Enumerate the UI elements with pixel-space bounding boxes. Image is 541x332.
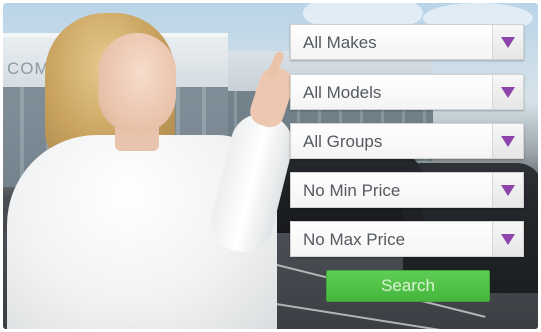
makes-select-value: All Makes: [303, 33, 377, 52]
woman-face: [98, 33, 176, 133]
groups-select[interactable]: All Groups: [290, 123, 524, 159]
search-button[interactable]: Search: [326, 270, 490, 302]
min-price-select-toggle[interactable]: [492, 173, 523, 207]
max-price-select-toggle[interactable]: [492, 222, 523, 256]
max-price-select[interactable]: No Max Price: [290, 221, 524, 257]
chevron-down-icon: [501, 136, 515, 147]
min-price-select[interactable]: No Min Price: [290, 172, 524, 208]
chevron-down-icon: [501, 234, 515, 245]
chevron-down-icon: [501, 37, 515, 48]
chevron-down-icon: [501, 87, 515, 98]
min-price-select-value: No Min Price: [303, 181, 401, 200]
models-select-value: All Models: [303, 83, 382, 102]
models-select-toggle[interactable]: [492, 75, 523, 109]
chevron-down-icon: [501, 185, 515, 196]
makes-select[interactable]: All Makes: [290, 24, 524, 60]
groups-select-value: All Groups: [303, 132, 383, 151]
makes-select-toggle[interactable]: [492, 25, 523, 59]
dealership-sign-text: COM: [7, 59, 50, 78]
groups-select-toggle[interactable]: [492, 124, 523, 158]
max-price-select-value: No Max Price: [303, 230, 406, 249]
models-select[interactable]: All Models: [290, 74, 524, 110]
